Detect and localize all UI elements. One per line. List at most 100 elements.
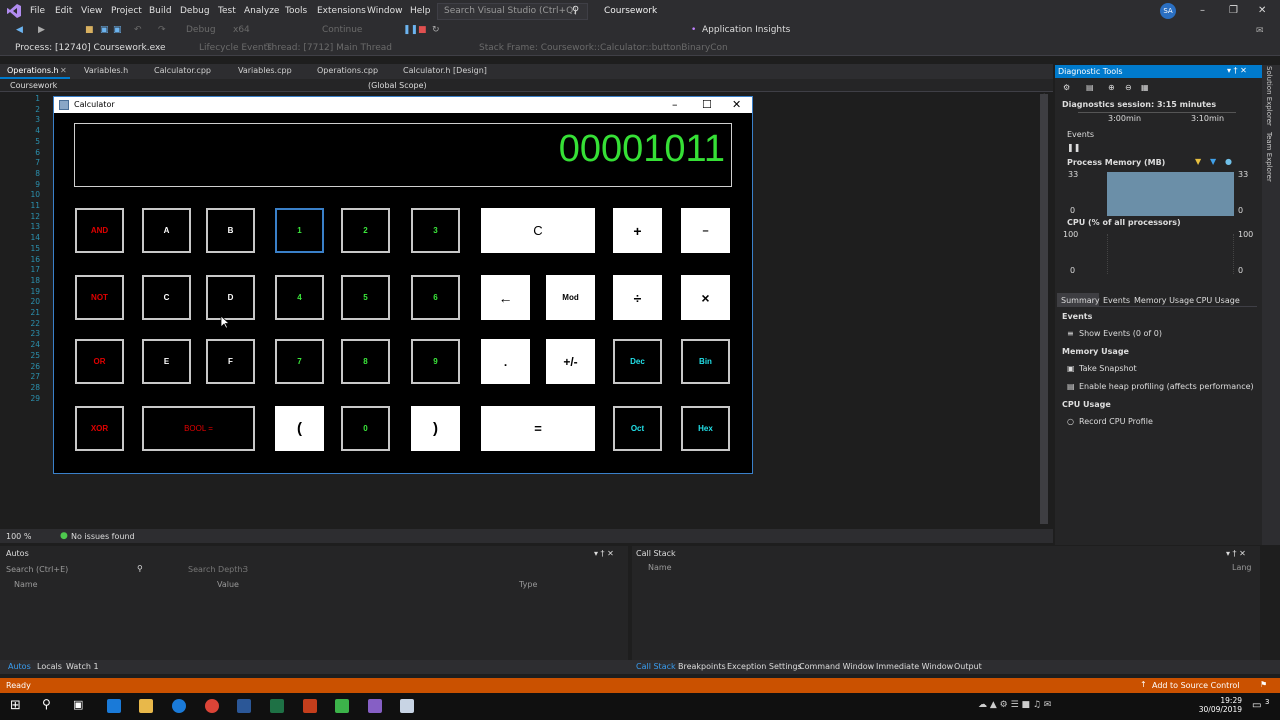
save-icon[interactable]: ▣ <box>100 25 109 35</box>
settings-gear-icon[interactable]: ⚙ <box>1063 83 1070 92</box>
tab-breakpoints[interactable]: Breakpoints <box>678 662 726 671</box>
minimize-icon[interactable]: – <box>1200 5 1205 16</box>
digit-6-button[interactable]: 6 <box>411 275 460 320</box>
tab-watch-1[interactable]: Watch 1 <box>66 662 99 671</box>
visual-studio-taskbar-icon[interactable] <box>368 699 382 713</box>
hex-b-button[interactable]: B <box>206 208 255 253</box>
process-selector[interactable]: Process: [12740] Coursework.exe <box>15 43 166 53</box>
autos-col-type[interactable]: Type <box>519 580 537 589</box>
tab-summary[interactable]: Summary <box>1061 296 1100 305</box>
tab-cpu-usage[interactable]: CPU Usage <box>1196 296 1240 305</box>
menu-analyze[interactable]: Analyze <box>244 6 279 16</box>
tab-close-icon[interactable]: ✕ <box>60 66 67 75</box>
reset-view-icon[interactable]: ▦ <box>1141 83 1149 92</box>
feedback-icon[interactable]: ✉ <box>1256 26 1264 36</box>
zoom-out-icon[interactable]: ⊖ <box>1125 83 1132 92</box>
digit-2-button[interactable]: 2 <box>341 208 390 253</box>
platform-dropdown[interactable]: x64 <box>233 25 250 35</box>
edge-icon[interactable] <box>107 699 121 713</box>
menu-extensions[interactable]: Extensions <box>317 6 366 16</box>
undo-icon[interactable]: ↶ <box>134 25 142 35</box>
stack-frame-selector[interactable]: Stack Frame: Coursework::Calculator::but… <box>479 43 728 53</box>
tab-calculator-design[interactable]: Calculator.h [Design] <box>403 66 487 75</box>
close-icon[interactable]: ✕ <box>1258 5 1266 16</box>
forward-icon[interactable]: ▶ <box>38 25 45 35</box>
digit-7-button[interactable]: 7 <box>275 339 324 384</box>
powerpoint-icon[interactable] <box>303 699 317 713</box>
show-events-link[interactable]: Show Events (0 of 0) <box>1079 329 1162 338</box>
restart-icon[interactable]: ↻ <box>432 25 440 35</box>
backspace-button[interactable]: ← <box>481 275 530 320</box>
hex-f-button[interactable]: F <box>206 339 255 384</box>
application-insights-button[interactable]: Application Insights <box>702 25 790 35</box>
user-avatar[interactable]: SA <box>1160 3 1176 19</box>
hex-c-button[interactable]: C <box>142 275 191 320</box>
digit-9-button[interactable]: 9 <box>411 339 460 384</box>
lifecycle-events-dropdown[interactable]: Lifecycle Events <box>199 43 272 53</box>
search-icon[interactable]: ⚲ <box>572 5 579 16</box>
autos-search-input[interactable]: Search (Ctrl+E) <box>6 565 68 574</box>
action-center-icon[interactable]: ▭ <box>1252 700 1261 711</box>
menu-debug[interactable]: Debug <box>180 6 210 16</box>
tab-events[interactable]: Events <box>1103 296 1130 305</box>
digit-4-button[interactable]: 4 <box>275 275 324 320</box>
calculator-taskbar-icon[interactable] <box>400 699 414 713</box>
search-input[interactable]: Search Visual Studio (Ctrl+Q) <box>437 3 588 20</box>
tab-exception-settings[interactable]: Exception Settings <box>727 662 802 671</box>
menu-tools[interactable]: Tools <box>285 6 307 16</box>
oct-button[interactable]: Oct <box>613 406 662 451</box>
system-tray-icons[interactable]: ☁ ▲ ⚙ ☰ ■ ♫ ✉ <box>978 700 1051 710</box>
divide-button[interactable]: ÷ <box>613 275 662 320</box>
add-to-source-control-button[interactable]: Add to Source Control <box>1152 681 1240 690</box>
notification-bell-icon[interactable]: ⚑ <box>1260 680 1267 689</box>
right-paren-button[interactable]: ) <box>411 406 460 451</box>
tab-variables-h[interactable]: Variables.h <box>84 66 128 75</box>
thread-selector[interactable]: Thread: [7712] Main Thread <box>266 43 392 53</box>
mod-button[interactable]: Mod <box>546 275 595 320</box>
xor-button[interactable]: XOR <box>75 406 124 451</box>
digit-0-button[interactable]: 0 <box>341 406 390 451</box>
stop-debugging-icon[interactable]: ■ <box>418 25 427 35</box>
taskbar-clock[interactable]: 19:29 30/09/2019 <box>1199 696 1242 714</box>
menu-help[interactable]: Help <box>410 6 431 16</box>
select-tools-icon[interactable]: ▤ <box>1086 83 1094 92</box>
back-icon[interactable]: ◀ <box>16 25 23 35</box>
clear-button[interactable]: C <box>481 208 595 253</box>
callstack-pin-icon[interactable]: ▾ † ✕ <box>1226 549 1246 558</box>
dec-button[interactable]: Dec <box>613 339 662 384</box>
record-cpu-profile-button[interactable]: Record CPU Profile <box>1079 417 1153 426</box>
task-view-icon[interactable]: ▣ <box>73 698 83 711</box>
menu-build[interactable]: Build <box>149 6 172 16</box>
bin-button[interactable]: Bin <box>681 339 730 384</box>
callstack-col-lang[interactable]: Lang <box>1232 563 1252 572</box>
app-icon[interactable] <box>335 699 349 713</box>
hex-button[interactable]: Hex <box>681 406 730 451</box>
not-button[interactable]: NOT <box>75 275 124 320</box>
editor-scrollbar[interactable] <box>1040 94 1048 524</box>
digit-8-button[interactable]: 8 <box>341 339 390 384</box>
callstack-col-name[interactable]: Name <box>648 563 672 572</box>
issues-status[interactable]: No issues found <box>71 532 135 541</box>
hex-a-button[interactable]: A <box>142 208 191 253</box>
team-explorer-tab[interactable]: Team Explorer <box>1265 132 1273 182</box>
word-icon[interactable] <box>237 699 251 713</box>
chrome-icon[interactable] <box>205 699 219 713</box>
memory-chart[interactable] <box>1107 172 1234 216</box>
menu-view[interactable]: View <box>81 6 102 16</box>
pin-icon[interactable]: ▾ † ✕ <box>1227 66 1247 75</box>
calculator-titlebar[interactable]: Calculator – ☐ ✕ <box>54 97 752 113</box>
pause-icon[interactable]: ❚❚ <box>1067 143 1080 152</box>
heap-profiling-toggle[interactable]: Enable heap profiling (affects performan… <box>1079 382 1254 391</box>
digit-3-button[interactable]: 3 <box>411 208 460 253</box>
tab-autos[interactable]: Autos <box>8 662 31 671</box>
autos-search-icon[interactable]: ⚲ <box>137 564 143 573</box>
tab-command-window[interactable]: Command Window <box>799 662 874 671</box>
search-depth-value[interactable]: 3 <box>243 565 248 574</box>
events-section-label[interactable]: Events <box>1067 130 1094 139</box>
menu-edit[interactable]: Edit <box>55 6 72 16</box>
bool-equals-button[interactable]: BOOL = <box>142 406 255 451</box>
multiply-button[interactable]: × <box>681 275 730 320</box>
plus-minus-button[interactable]: +/- <box>546 339 595 384</box>
calc-close-icon[interactable]: ✕ <box>732 98 741 111</box>
take-snapshot-button[interactable]: Take Snapshot <box>1079 364 1137 373</box>
